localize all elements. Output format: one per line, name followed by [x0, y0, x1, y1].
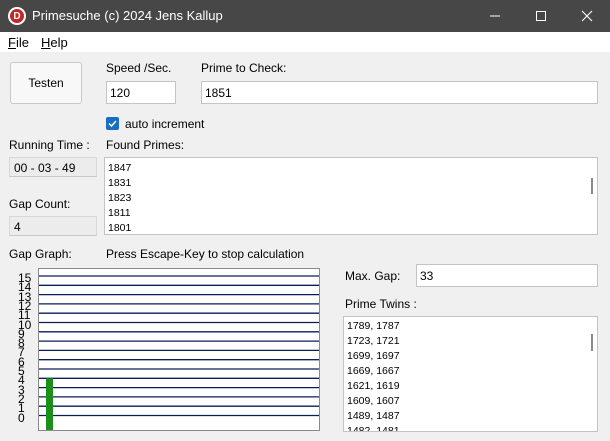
prime-twins-list[interactable]: 1789, 1787 1723, 1721 1699, 1697 1669, 1667… [343, 316, 598, 432]
close-icon [581, 10, 593, 22]
menu-bar: File Help [0, 32, 610, 52]
prime-twin-item[interactable]: 1669, 1667 [347, 364, 400, 379]
speed-input[interactable]: 120 [106, 81, 176, 104]
menu-help[interactable]: Help [41, 35, 68, 50]
gap-graph-label: Gap Graph: [9, 247, 72, 261]
escape-hint: Press Escape-Key to stop calculation [106, 247, 305, 261]
checkmark-icon [108, 120, 117, 128]
running-time-value: 00 - 03 - 49 [9, 157, 97, 177]
found-prime-item[interactable]: 1823 [108, 191, 131, 206]
max-gap-input[interactable]: 33 [416, 264, 598, 287]
prime-to-check-label: Prime to Check: [201, 61, 287, 75]
speed-label: Speed /Sec. [106, 61, 172, 75]
prime-twins-label: Prime Twins : [345, 297, 417, 311]
app-icon-letter: D [10, 9, 24, 23]
gap-graph-y-axis: 15 14 13 12 11 10 9 8 7 6 5 4 3 2 1 0 [10, 268, 38, 431]
auto-increment-checkbox[interactable] [106, 117, 119, 130]
title-bar[interactable]: D Primesuche (c) 2024 Jens Kallup [0, 0, 610, 32]
gap-count-label: Gap Count: [9, 197, 71, 211]
prime-twin-item[interactable]: 1723, 1721 [347, 334, 400, 349]
app-icon[interactable]: D [8, 7, 26, 25]
menu-file-accel: F [8, 35, 16, 50]
prime-twin-item[interactable]: 1789, 1787 [347, 319, 400, 334]
prime-twins-scrollbar[interactable] [591, 334, 593, 351]
gap-graph-y-tick: 0 [18, 410, 25, 425]
minimize-icon [490, 15, 500, 17]
found-prime-item[interactable]: 1847 [108, 161, 131, 176]
window-title: Primesuche (c) 2024 Jens Kallup [32, 8, 223, 23]
gap-graph-plot [39, 275, 319, 430]
prime-twin-item[interactable]: 1621, 1619 [347, 379, 400, 394]
test-button[interactable]: Testen [10, 62, 82, 104]
menu-file-rest: ile [15, 35, 29, 50]
maximize-icon [536, 11, 546, 21]
close-button[interactable] [564, 0, 610, 32]
gap-graph-bar [46, 378, 53, 430]
prime-twin-item[interactable]: 1482, 1481 [347, 424, 400, 431]
prime-twin-item[interactable]: 1609, 1607 [347, 394, 400, 409]
auto-increment-label: auto increment [125, 117, 205, 131]
prime-to-check-input[interactable]: 1851 [201, 81, 598, 104]
found-prime-item[interactable]: 1831 [108, 176, 131, 191]
prime-twin-item[interactable]: 1489, 1487 [347, 409, 400, 424]
gap-graph [38, 268, 320, 431]
found-primes-label: Found Primes: [106, 138, 185, 152]
gap-count-value: 4 [9, 216, 97, 236]
running-time-label: Running Time : [9, 138, 90, 152]
max-gap-label: Max. Gap: [345, 269, 401, 283]
minimize-button[interactable] [472, 0, 518, 32]
found-primes-scrollbar[interactable] [591, 178, 593, 194]
found-prime-item[interactable]: 1811 [108, 206, 131, 221]
menu-help-accel: H [41, 35, 51, 50]
found-primes-list[interactable]: 1847 1831 1823 1811 1801 [104, 157, 598, 235]
prime-twin-item[interactable]: 1699, 1697 [347, 349, 400, 364]
maximize-button[interactable] [518, 0, 564, 32]
menu-help-rest: elp [50, 35, 68, 50]
found-prime-item[interactable]: 1801 [108, 221, 131, 234]
menu-file[interactable]: File [8, 35, 29, 50]
